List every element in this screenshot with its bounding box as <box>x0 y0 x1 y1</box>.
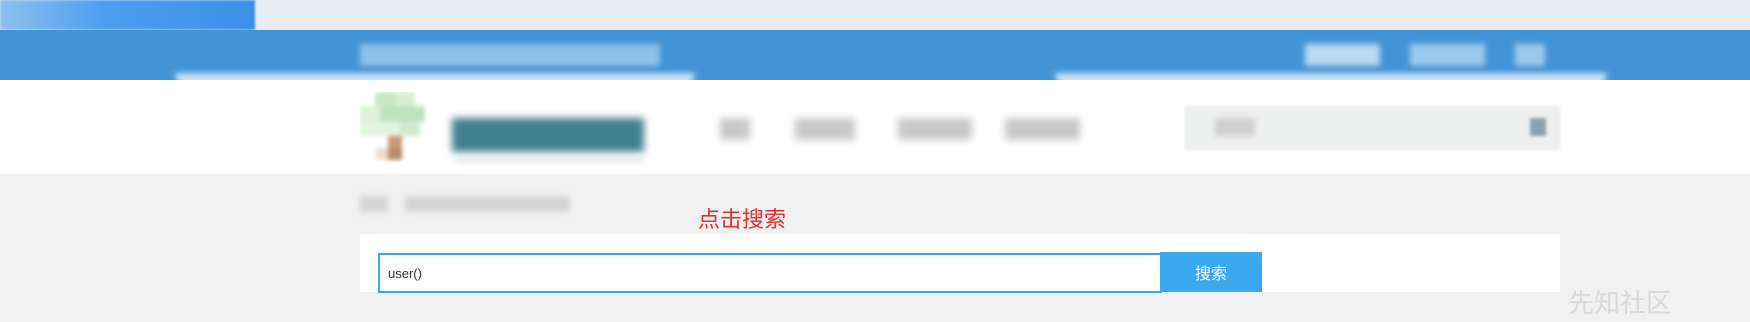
logo-tagline <box>455 157 645 163</box>
nav-item[interactable] <box>1005 118 1080 140</box>
header-search-icon[interactable] <box>1530 118 1546 136</box>
site-logo-image[interactable] <box>360 92 450 162</box>
watermark-text: 先知社区 <box>1568 289 1673 319</box>
top-bar-right-link[interactable] <box>1410 44 1485 66</box>
top-bar-left-text[interactable] <box>360 44 660 66</box>
header-search-placeholder <box>1215 118 1255 136</box>
click-search-annotation: 点击搜索 <box>698 208 787 233</box>
search-input[interactable] <box>378 253 1162 293</box>
browser-tab-strip <box>0 0 1750 30</box>
search-button[interactable]: 搜索 <box>1160 252 1262 292</box>
top-bar-right-link[interactable] <box>1305 44 1380 66</box>
nav-item[interactable] <box>898 118 972 140</box>
breadcrumb-home[interactable] <box>360 196 388 212</box>
nav-item[interactable] <box>795 118 855 140</box>
site-logo-text[interactable] <box>452 118 644 152</box>
nav-item[interactable] <box>720 118 750 140</box>
browser-tab[interactable] <box>0 0 255 30</box>
top-bar-right-link[interactable] <box>1515 44 1545 66</box>
breadcrumb-current[interactable] <box>405 196 570 212</box>
